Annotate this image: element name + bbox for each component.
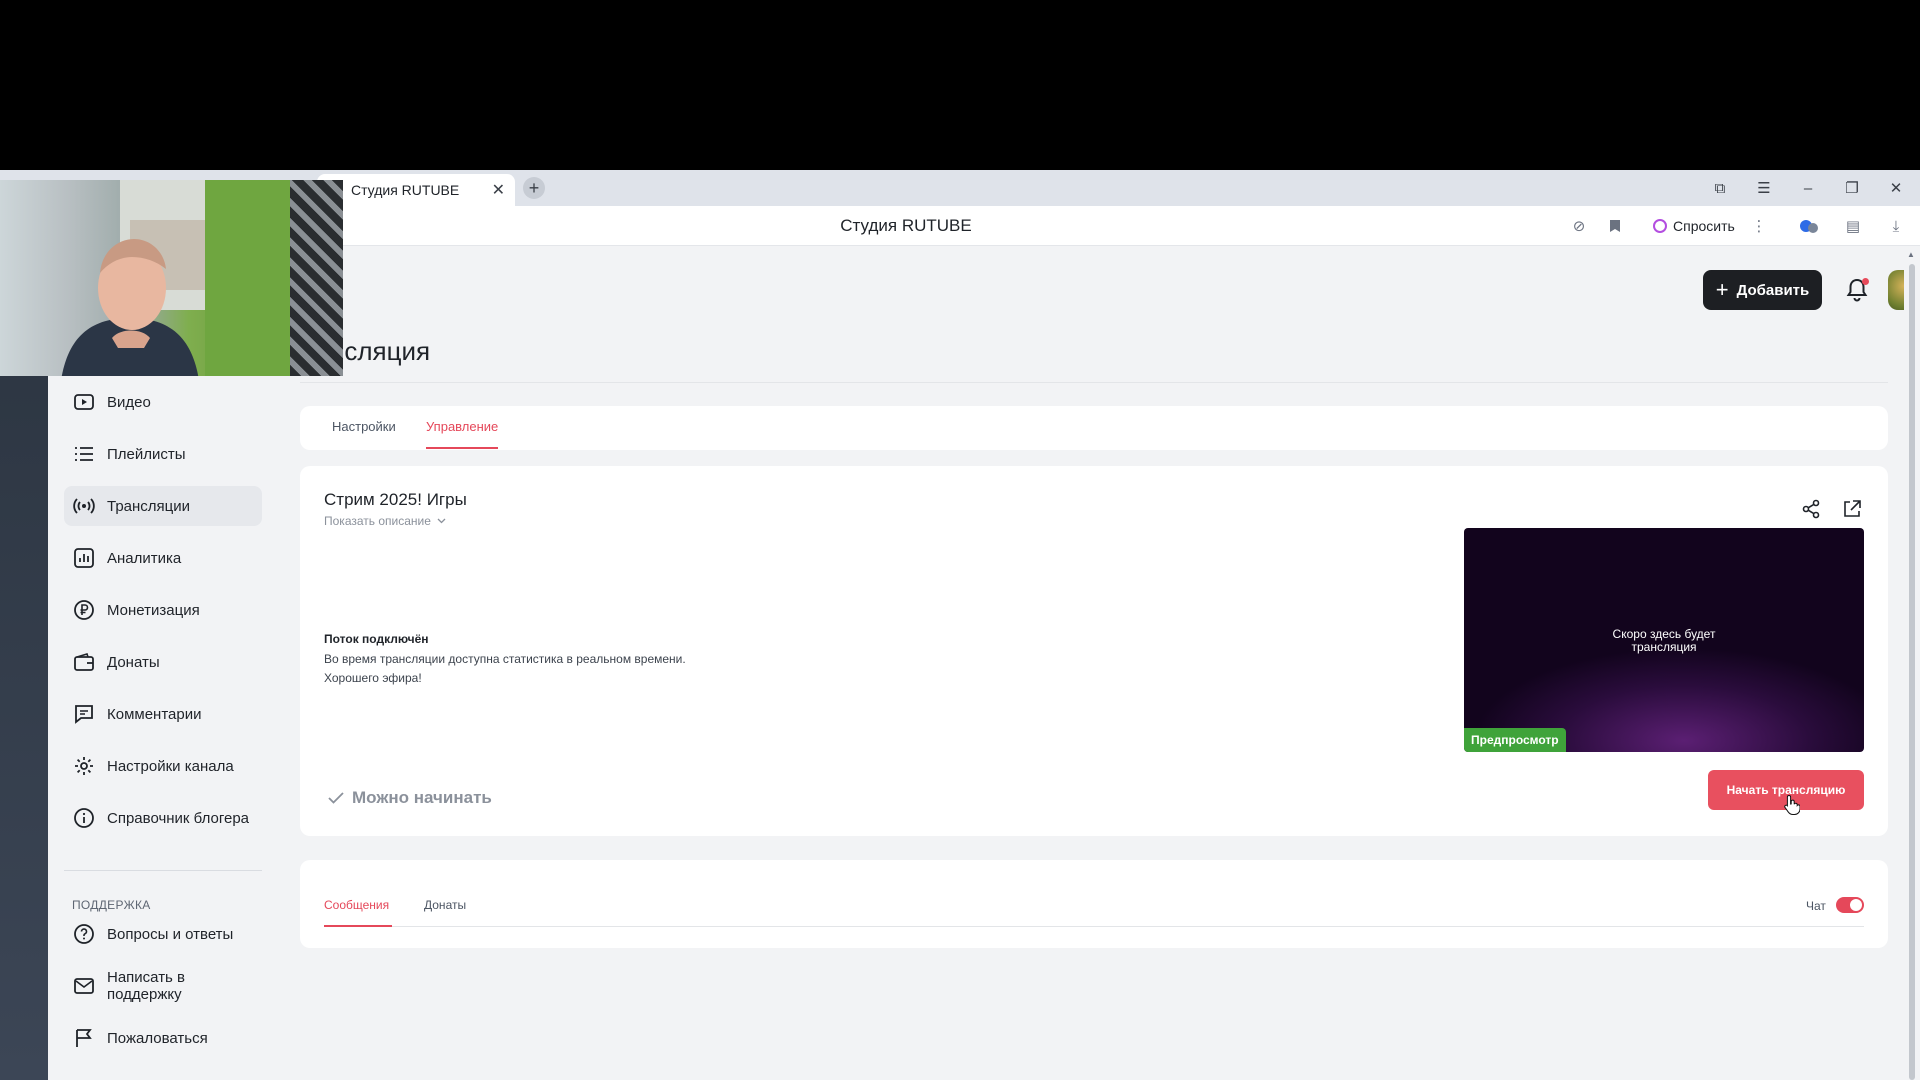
chat-toggle[interactable] — [1836, 897, 1864, 913]
sidebar-item-label: Аналитика — [107, 549, 182, 567]
sidebar-item-donations[interactable]: Донаты — [64, 642, 262, 682]
show-description-label: Показать описание — [324, 514, 431, 528]
bookmark-icon[interactable] — [1604, 215, 1626, 237]
ask-button[interactable]: Спросить — [1645, 212, 1743, 240]
broadcast-icon — [73, 498, 95, 514]
sidebar: Видео Плейлисты Трансляции Аналитика Мон… — [48, 382, 288, 1080]
sidebar-item-label: Трансляции — [107, 497, 191, 515]
flag-icon — [76, 1029, 92, 1047]
gear-icon — [75, 757, 93, 775]
scroll-up-icon[interactable]: ▲ — [1907, 250, 1915, 259]
tab-messages[interactable]: Сообщения — [324, 898, 389, 912]
hand-cursor-icon — [1784, 794, 1800, 815]
video-icon — [74, 394, 94, 410]
sidebar-item-contact-support[interactable]: Написать в поддержку — [64, 966, 262, 1006]
preview-text-line: трансляция — [1631, 640, 1697, 654]
preview-badge: Предпросмотр — [1464, 728, 1566, 752]
list-icon — [75, 447, 93, 461]
sidebar-item-blogger-guide[interactable]: Справочник блогера — [64, 798, 262, 838]
close-window-icon[interactable]: ✕ — [1878, 170, 1914, 206]
open-external-icon[interactable] — [1841, 498, 1863, 520]
add-button-label: Добавить — [1736, 281, 1810, 299]
support-heading: ПОДДЕРЖКА — [72, 898, 151, 912]
sidebar-item-playlists[interactable]: Плейлисты — [64, 434, 262, 474]
sidebar-item-comments[interactable]: Комментарии — [64, 694, 262, 734]
restore-icon[interactable]: ❐ — [1834, 170, 1870, 206]
chat-tabs-divider — [324, 926, 1864, 927]
sidebar-item-faq[interactable]: Вопросы и ответы — [64, 914, 262, 954]
stream-tabs: Настройки Управление — [300, 406, 1888, 450]
webcam-overlay — [0, 180, 343, 376]
sidebar-item-channel-settings[interactable]: Настройки канала — [64, 746, 262, 786]
notifications-bell-icon[interactable] — [1844, 277, 1870, 303]
chart-icon — [74, 548, 94, 568]
stream-card: Стрим 2025! Игры Показать описание Поток… — [300, 466, 1888, 836]
share-icon[interactable] — [1800, 498, 1822, 520]
active-chat-tab-indicator — [324, 925, 392, 927]
sidebar-item-label: Донаты — [107, 653, 160, 671]
alice-icon — [1653, 219, 1667, 233]
sidebar-item-label: Монетизация — [107, 601, 200, 619]
check-icon — [328, 792, 344, 804]
collections-icon[interactable]: ▤ — [1842, 215, 1864, 237]
scroll-thumb[interactable] — [1909, 264, 1915, 1080]
chat-panel: Сообщения Донаты Чат — [300, 860, 1888, 948]
close-tab-icon[interactable]: ✕ — [492, 180, 505, 200]
sidebar-item-broadcasts[interactable]: Трансляции — [64, 486, 262, 526]
stream-status-text: Во время трансляции доступна статистика … — [324, 652, 686, 666]
ask-label: Спросить — [1673, 218, 1735, 234]
stream-preview[interactable]: Скоро здесь будет трансляция Предпросмот… — [1464, 528, 1864, 752]
title-divider — [300, 382, 1888, 383]
notification-badge — [1862, 278, 1869, 285]
tab-donations[interactable]: Донаты — [424, 898, 466, 912]
menu-icon[interactable]: ☰ — [1746, 170, 1782, 206]
translate-icon[interactable]: ⊘ — [1568, 215, 1590, 237]
wallet-icon — [74, 653, 94, 671]
download-icon[interactable]: ⤓ — [1885, 215, 1907, 237]
sidebar-item-label: Справочник блогера — [107, 809, 250, 827]
comment-icon — [75, 705, 93, 724]
ready-label: Можно начинать — [352, 788, 492, 807]
sidebar-item-monetization[interactable]: Монетизация — [64, 590, 262, 630]
sidebar-item-label: Настройки канала — [107, 757, 234, 775]
sidebar-item-label: Пожаловаться — [107, 1029, 208, 1047]
sidebar-item-label: Видео — [107, 393, 151, 411]
add-button[interactable]: + Добавить — [1703, 270, 1822, 310]
chevron-down-icon — [437, 518, 446, 524]
show-description-toggle[interactable]: Показать описание — [324, 514, 446, 528]
chat-toggle-label: Чат — [1806, 899, 1826, 913]
page-scrollbar[interactable]: ▲ — [1904, 246, 1920, 1080]
sidebar-item-label: Вопросы и ответы — [107, 925, 234, 943]
sidebar-item-analytics[interactable]: Аналитика — [64, 538, 262, 578]
more-icon[interactable]: ⋮ — [1748, 215, 1770, 237]
bookmarks-panel-icon[interactable]: ⧉ — [1702, 170, 1738, 206]
webcam-person — [61, 239, 199, 376]
stream-status-heading: Поток подключён — [324, 632, 429, 646]
page-title: нсляция — [330, 336, 431, 366]
sidebar-item-video[interactable]: Видео — [64, 382, 262, 422]
sidebar-item-label: Комментарии — [107, 705, 202, 723]
tab-settings[interactable]: Настройки — [332, 419, 396, 434]
ruble-icon — [74, 600, 94, 620]
browser-tab[interactable]: Студия RUTUBE ✕ — [317, 174, 515, 206]
sidebar-divider — [64, 870, 262, 871]
sidebar-item-label: Написать в поддержку — [107, 969, 186, 1003]
ready-status: Можно начинать — [328, 788, 492, 808]
browser-tab-title: Студия RUTUBE — [351, 182, 460, 198]
info-icon — [74, 808, 94, 828]
minimize-icon[interactable]: – — [1790, 170, 1826, 206]
question-icon — [74, 924, 94, 944]
active-tab-indicator — [426, 447, 498, 449]
sidebar-item-report[interactable]: Пожаловаться — [64, 1018, 262, 1058]
extension-icon[interactable] — [1798, 215, 1820, 237]
tab-management[interactable]: Управление — [426, 419, 498, 434]
webcam-background — [290, 180, 343, 376]
plus-icon: + — [1715, 277, 1729, 302]
mail-icon — [74, 978, 94, 994]
sidebar-item-label: Плейлисты — [107, 445, 186, 463]
stream-status-text: Хорошего эфира! — [324, 671, 422, 685]
new-tab-button[interactable]: + — [523, 177, 545, 199]
stream-title: Стрим 2025! Игры — [324, 490, 467, 509]
preview-placeholder-text: Скоро здесь будет трансляция — [1464, 628, 1864, 654]
